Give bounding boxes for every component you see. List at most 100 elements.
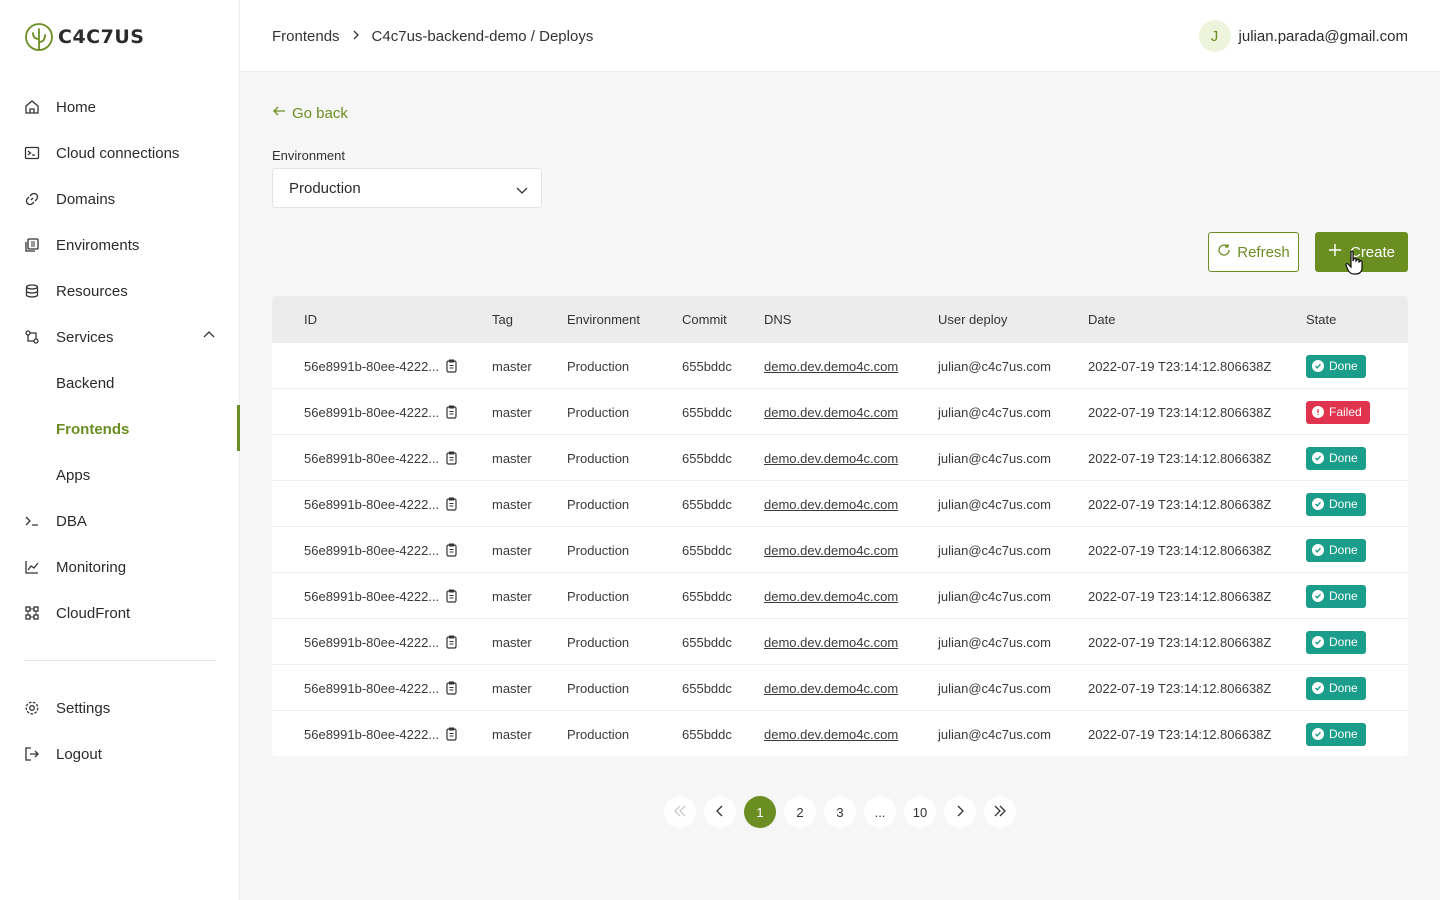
- environment-cell: Production: [567, 450, 630, 466]
- copy-icon[interactable]: [445, 497, 458, 511]
- dns-link[interactable]: demo.dev.demo4c.com: [764, 589, 898, 604]
- sidebar-subitem-backend[interactable]: Backend: [56, 371, 114, 395]
- sidebar-item-cloud-connections[interactable]: Cloud connections: [24, 141, 216, 165]
- breadcrumb-frontends[interactable]: Frontends: [272, 28, 340, 45]
- dns-link[interactable]: demo.dev.demo4c.com: [764, 727, 898, 742]
- go-back-label: Go back: [292, 104, 348, 122]
- user-deploy-cell: julian@c4c7us.com: [938, 450, 1051, 466]
- dns-cell: demo.dev.demo4c.com: [764, 665, 898, 711]
- next-page-button[interactable]: [944, 796, 976, 828]
- dns-link[interactable]: demo.dev.demo4c.com: [764, 681, 898, 696]
- copy-icon[interactable]: [445, 451, 458, 465]
- page-button-3[interactable]: 3: [824, 796, 856, 828]
- tag-cell: master: [492, 680, 532, 696]
- sidebar-item-resources[interactable]: Resources: [24, 279, 216, 303]
- copy-icon[interactable]: [445, 543, 458, 557]
- commit-cell: 655bddc: [682, 404, 732, 420]
- logo[interactable]: C4C7US: [24, 22, 144, 52]
- user-menu[interactable]: J julian.parada@gmail.com: [1198, 20, 1408, 52]
- dns-link[interactable]: demo.dev.demo4c.com: [764, 635, 898, 650]
- deploy-id: 56e8991b-80ee-4222...: [304, 634, 440, 650]
- deploy-id-cell: 56e8991b-80ee-4222...: [304, 527, 458, 573]
- plus-icon: [1328, 243, 1342, 261]
- first-page-button[interactable]: [664, 796, 696, 828]
- date-cell: 2022-07-19 T23:14:12.806638Z: [1088, 542, 1272, 558]
- status-label: Done: [1329, 451, 1358, 465]
- sidebar-item-dba[interactable]: DBA: [24, 509, 216, 533]
- dns-link[interactable]: demo.dev.demo4c.com: [764, 405, 898, 420]
- sidebar-item-label: Home: [56, 98, 97, 116]
- deploy-id-cell: 56e8991b-80ee-4222...: [304, 389, 458, 435]
- brand-name: C4C7US: [58, 26, 145, 48]
- copy-icon[interactable]: [445, 635, 458, 649]
- commit-cell: 655bddc: [682, 680, 732, 696]
- dns-link[interactable]: demo.dev.demo4c.com: [764, 451, 898, 466]
- sidebar: C4C7US Home Cloud connections Domains En…: [0, 0, 240, 900]
- table-row: 56e8991b-80ee-4222... master Production 655…: [272, 572, 1408, 618]
- last-page-button[interactable]: [984, 796, 1016, 828]
- avatar: J: [1198, 20, 1231, 52]
- sidebar-item-services[interactable]: Services: [24, 325, 216, 349]
- top-header: Frontends C4c7us-backend-demo / Deploys …: [240, 0, 1440, 72]
- table-row: 56e8991b-80ee-4222... master Production 655…: [272, 618, 1408, 664]
- status-label: Done: [1329, 497, 1358, 511]
- sidebar-item-label: Settings: [56, 699, 111, 717]
- sidebar-item-domains[interactable]: Domains: [24, 187, 216, 211]
- user-deploy-cell: julian@c4c7us.com: [938, 542, 1051, 558]
- refresh-button[interactable]: Refresh: [1208, 232, 1299, 272]
- column-header-environment: Environment: [567, 311, 640, 327]
- state-cell: Done: [1306, 343, 1366, 389]
- refresh-icon: [1217, 243, 1231, 261]
- environment-select[interactable]: Production: [272, 168, 542, 208]
- sidebar-subitem-frontends[interactable]: Frontends: [56, 417, 129, 441]
- sidebar-item-label: CloudFront: [56, 604, 131, 622]
- date-cell: 2022-07-19 T23:14:12.806638Z: [1088, 358, 1272, 374]
- refresh-label: Refresh: [1237, 243, 1290, 261]
- sidebar-subitem-apps[interactable]: Apps: [56, 463, 90, 487]
- active-indicator: [237, 405, 240, 451]
- column-header-date: Date: [1088, 311, 1116, 327]
- prev-page-button[interactable]: [704, 796, 736, 828]
- commit-cell: 655bddc: [682, 726, 732, 742]
- sidebar-item-home[interactable]: Home: [24, 95, 216, 119]
- sidebar-item-label: Services: [56, 328, 114, 346]
- sidebar-item-monitoring[interactable]: Monitoring: [24, 555, 216, 579]
- page-button-10[interactable]: 10: [904, 796, 936, 828]
- terminal-box-icon: [24, 145, 40, 161]
- date-cell: 2022-07-19 T23:14:12.806638Z: [1088, 404, 1272, 420]
- sidebar-item-enviroments[interactable]: Enviroments: [24, 233, 216, 257]
- dns-link[interactable]: demo.dev.demo4c.com: [764, 359, 898, 374]
- status-label: Failed: [1329, 405, 1362, 419]
- column-header-state: State: [1306, 311, 1337, 327]
- column-header-dns: DNS: [764, 311, 792, 327]
- table-row: 56e8991b-80ee-4222... master Production 655…: [272, 434, 1408, 480]
- copy-icon[interactable]: [445, 727, 458, 741]
- column-header-user-deploy: User deploy: [938, 311, 1008, 327]
- table-row: 56e8991b-80ee-4222... master Production 655…: [272, 388, 1408, 434]
- user-deploy-cell: julian@c4c7us.com: [938, 496, 1051, 512]
- user-deploy-cell: julian@c4c7us.com: [938, 404, 1051, 420]
- sidebar-item-cloudfront[interactable]: CloudFront: [24, 601, 216, 625]
- double-chevron-left-icon: [673, 804, 687, 821]
- copy-icon[interactable]: [445, 359, 458, 373]
- copy-icon[interactable]: [445, 405, 458, 419]
- logout-icon: [24, 746, 40, 762]
- sidebar-item-label: Logout: [56, 745, 102, 763]
- dns-link[interactable]: demo.dev.demo4c.com: [764, 497, 898, 512]
- double-chevron-right-icon: [993, 804, 1007, 821]
- sidebar-item-logout[interactable]: Logout: [24, 742, 216, 766]
- chevron-up-icon[interactable]: [202, 328, 216, 346]
- page-button-1[interactable]: 1: [744, 796, 776, 828]
- cloudfront-icon: [24, 605, 40, 621]
- user-deploy-cell: julian@c4c7us.com: [938, 358, 1051, 374]
- environment-cell: Production: [567, 588, 630, 604]
- deploy-id: 56e8991b-80ee-4222...: [304, 496, 440, 512]
- date-cell: 2022-07-19 T23:14:12.806638Z: [1088, 634, 1272, 650]
- go-back-link[interactable]: Go back: [272, 104, 348, 122]
- sidebar-item-settings[interactable]: Settings: [24, 696, 216, 720]
- copy-icon[interactable]: [445, 589, 458, 603]
- page-button-2[interactable]: 2: [784, 796, 816, 828]
- dns-link[interactable]: demo.dev.demo4c.com: [764, 543, 898, 558]
- check-circle-icon: [1312, 360, 1324, 372]
- copy-icon[interactable]: [445, 681, 458, 695]
